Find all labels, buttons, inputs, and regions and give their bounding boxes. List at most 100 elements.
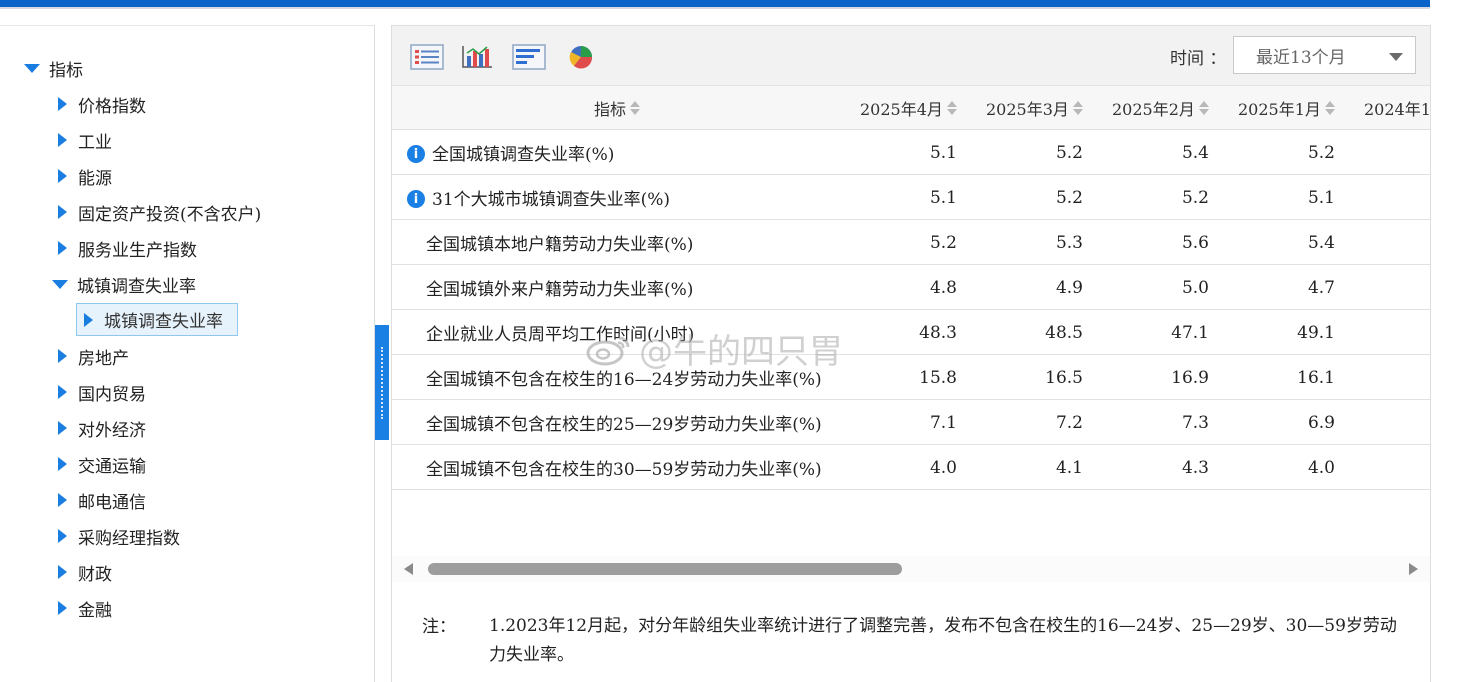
tree-item-energy[interactable]: 能源 <box>58 161 112 191</box>
cell-value: 15.8 <box>919 367 957 388</box>
view-toolbar: 时间 ： 最近13个月 <box>392 26 1430 86</box>
row-indicator-name: 31个大城市城镇调查失业率(%) <box>432 190 671 210</box>
cell-value: 7.2 <box>1055 412 1083 433</box>
horizontal-scrollbar[interactable] <box>392 556 1430 582</box>
sort-icon <box>1072 101 1083 115</box>
cell-value: 5.0 <box>1181 277 1209 298</box>
column-header-label: 指标 <box>594 100 627 119</box>
column-header-indicator[interactable]: 指标 <box>594 86 641 129</box>
collapsed-arrow-icon <box>58 241 67 255</box>
cell-value: 5.1 <box>1307 187 1335 208</box>
tree-item-fixed-asset-investment[interactable]: 固定资产投资(不含农户) <box>58 197 261 227</box>
cell-value: 4.8 <box>929 277 957 298</box>
expanded-arrow-icon <box>52 279 68 289</box>
scroll-left-icon[interactable] <box>404 563 413 575</box>
bar-chart-icon[interactable] <box>460 44 494 70</box>
cell-value: 5.4 <box>1181 142 1209 163</box>
tree-item-urban-unemployment[interactable]: 城镇调查失业率 <box>52 269 196 299</box>
note-text: 1.2023年12月起，对分年龄组失业率统计进行了调整完善，发布不包含在校生的1… <box>489 616 1397 665</box>
cell-value: 4.7 <box>1307 277 1335 298</box>
cell-value: 5.1 <box>929 187 957 208</box>
expanded-arrow-icon <box>24 63 40 73</box>
cell-value: 16.5 <box>1045 367 1083 388</box>
tree-item-services-index[interactable]: 服务业生产指数 <box>58 233 197 263</box>
column-header-label: 2025年3月 <box>986 100 1069 119</box>
tree-item-post-telecom[interactable]: 邮电通信 <box>58 485 146 515</box>
column-header-2024-12[interactable]: 2024年12 <box>1364 86 1430 129</box>
collapsed-arrow-icon <box>84 312 93 327</box>
tree-item-label: 城镇调查失业率 <box>104 312 223 332</box>
note-label: 注： <box>422 617 456 637</box>
tree-item-label: 城镇调查失业率 <box>77 276 196 297</box>
table-header: 指标 2025年4月 2025年3月 2025年2月 2025年1月 2024年… <box>392 86 1430 130</box>
tree-item-label: 国内贸易 <box>78 384 146 405</box>
cell-value: 5.3 <box>1055 232 1083 253</box>
tree-item-label: 价格指数 <box>78 96 146 117</box>
list-view-icon[interactable] <box>410 44 444 70</box>
column-header-label: 2024年12 <box>1364 100 1430 119</box>
horizontal-bar-icon[interactable] <box>512 44 546 70</box>
row-indicator-name: 全国城镇本地户籍劳动力失业率(%) <box>426 235 694 255</box>
cell-value: 5.2 <box>1307 142 1335 163</box>
cell-value: 48.3 <box>919 322 957 343</box>
tree-item-price-index[interactable]: 价格指数 <box>58 89 146 119</box>
tree-item-label: 财政 <box>78 564 112 585</box>
table-row: 全国城镇外来户籍劳动力失业率(%) 4.8 4.9 5.0 4.7 <box>392 265 1430 310</box>
tree-item-transport[interactable]: 交通运输 <box>58 449 146 479</box>
cell-value: 5.1 <box>929 142 957 163</box>
collapsed-arrow-icon <box>58 601 67 615</box>
column-header-2025-04[interactable]: 2025年4月 <box>860 86 957 129</box>
cell-value: 49.1 <box>1297 322 1335 343</box>
tree-item-foreign-economy[interactable]: 对外经济 <box>58 413 146 443</box>
panel-splitter-handle[interactable] <box>375 325 389 440</box>
tree-item-pmi[interactable]: 采购经理指数 <box>58 521 180 551</box>
column-header-label: 2025年4月 <box>860 100 943 119</box>
cell-value: 5.2 <box>929 232 957 253</box>
scrollbar-thumb[interactable] <box>428 563 902 575</box>
info-icon[interactable]: i <box>407 145 425 163</box>
tree-item-domestic-trade[interactable]: 国内贸易 <box>58 377 146 407</box>
tree-item-label: 工业 <box>78 132 112 153</box>
indicator-tree-sidebar: 指标 价格指数 工业 能源 固定资产投资(不含农户) 服务业生产指数 城镇调查失… <box>0 25 375 682</box>
time-range-dropdown[interactable]: 最近13个月 <box>1233 36 1416 74</box>
cell-value: 48.5 <box>1045 322 1083 343</box>
cell-value: 5.6 <box>1181 232 1209 253</box>
cell-value: 4.9 <box>1055 277 1083 298</box>
column-header-2025-02[interactable]: 2025年2月 <box>1112 86 1209 129</box>
tree-subitem-urban-unemployment[interactable]: 城镇调查失业率 <box>76 303 238 336</box>
table-row: i 31个大城市城镇调查失业率(%) 5.1 5.2 5.2 5.1 <box>392 175 1430 220</box>
info-icon[interactable]: i <box>407 190 425 208</box>
cell-value: 4.1 <box>1055 457 1083 478</box>
tree-item-fiscal[interactable]: 财政 <box>58 557 112 587</box>
tree-item-finance[interactable]: 金融 <box>58 593 112 623</box>
tree-item-label: 固定资产投资(不含农户) <box>78 204 262 225</box>
column-header-2025-03[interactable]: 2025年3月 <box>986 86 1083 129</box>
table-row: 企业就业人员周平均工作时间(小时) 48.3 48.5 47.1 49.1 <box>392 310 1430 355</box>
collapsed-arrow-icon <box>58 169 67 183</box>
table-row: 全国城镇不包含在校生的30—59岁劳动力失业率(%) 4.0 4.1 4.3 4… <box>392 445 1430 490</box>
collapsed-arrow-icon <box>58 565 67 579</box>
tree-root-indicators[interactable]: 指标 <box>24 53 83 83</box>
row-indicator-name: 全国城镇调查失业率(%) <box>432 145 615 165</box>
cell-value: 5.2 <box>1055 142 1083 163</box>
cell-value: 4.0 <box>1307 457 1335 478</box>
pie-chart-icon[interactable] <box>564 44 598 70</box>
column-header-2025-01[interactable]: 2025年1月 <box>1238 86 1335 129</box>
collapsed-arrow-icon <box>58 385 67 399</box>
tree-item-industry[interactable]: 工业 <box>58 125 112 155</box>
sort-icon <box>1198 101 1209 115</box>
grip-dots-icon <box>381 347 383 419</box>
row-indicator-name: 全国城镇外来户籍劳动力失业率(%) <box>426 280 694 300</box>
column-header-label: 2025年1月 <box>1238 100 1321 119</box>
tree-item-label: 采购经理指数 <box>78 528 180 549</box>
row-indicator-name: 全国城镇不包含在校生的16—24岁劳动力失业率(%) <box>426 370 822 390</box>
cell-value: 4.3 <box>1181 457 1209 478</box>
tree-item-real-estate[interactable]: 房地产 <box>58 341 129 371</box>
sort-icon <box>630 101 641 115</box>
cell-value: 5.2 <box>1055 187 1083 208</box>
collapsed-arrow-icon <box>58 133 67 147</box>
scroll-right-icon[interactable] <box>1409 563 1418 575</box>
cell-value: 5.2 <box>1181 187 1209 208</box>
cell-value: 7.3 <box>1181 412 1209 433</box>
table-row: 全国城镇不包含在校生的16—24岁劳动力失业率(%) 15.8 16.5 16.… <box>392 355 1430 400</box>
